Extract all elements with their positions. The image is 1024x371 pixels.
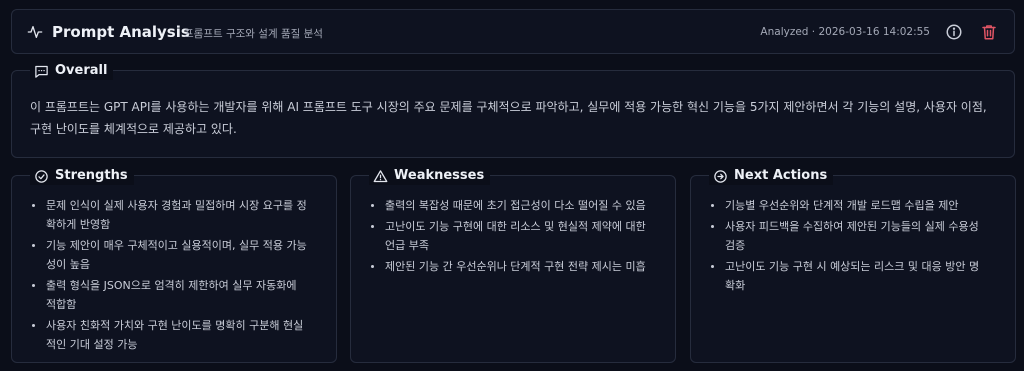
- list-item: 출력의 복잡성 때문에 초기 접근성이 다소 떨어질 수 있음: [371, 196, 647, 215]
- next-actions-label: Next Actions: [734, 168, 828, 183]
- list-item: 사용자 친화적 가치와 구현 난이도를 명확히 구분해 현실적인 기대 설정 가…: [32, 316, 308, 354]
- analysis-header: Prompt Analysis 프롬프트 구조와 설계 품질 분석 Analyz…: [11, 9, 1015, 54]
- list-item: 고난이도 기능 구현에 대한 리소스 및 현실적 제약에 대한 언급 부족: [371, 217, 647, 255]
- next-actions-heading: Next Actions: [709, 167, 834, 185]
- strengths-label: Strengths: [55, 168, 128, 183]
- list-item: 고난이도 기능 구현 시 예상되는 리스크 및 대응 방안 명확화: [711, 257, 987, 295]
- analyzed-status: Analyzed · 2026-03-16 14:02:55: [760, 26, 930, 38]
- strengths-section: Strengths 문제 인식이 실제 사용자 경험과 밀접하며 시장 요구를 …: [11, 167, 337, 363]
- list-item: 사용자 피드백을 수집하여 제안된 기능들의 실제 수용성 검증: [711, 217, 987, 255]
- weaknesses-label: Weaknesses: [394, 168, 485, 183]
- arrow-right-circle-icon: [714, 169, 727, 183]
- page-title: Prompt Analysis: [52, 23, 190, 41]
- weaknesses-section: Weaknesses 출력의 복잡성 때문에 초기 접근성이 다소 떨어질 수 …: [350, 167, 676, 363]
- strengths-heading: Strengths: [30, 167, 134, 185]
- info-icon[interactable]: [945, 23, 963, 41]
- trash-icon[interactable]: [980, 23, 998, 41]
- overall-label: Overall: [55, 63, 108, 78]
- alert-triangle-icon: [373, 169, 388, 182]
- list-item: 출력 형식을 JSON으로 엄격히 제한하여 실무 자동화에 적합함: [32, 276, 308, 314]
- overall-heading: Overall: [30, 62, 114, 80]
- next-actions-list: 기능별 우선순위와 단계적 개발 로드맵 수립을 제안 사용자 피드백을 수집하…: [691, 196, 1015, 297]
- list-item: 기능 제안이 매우 구체적이고 실용적이며, 실무 적용 가능성이 높음: [32, 236, 308, 274]
- list-item: 기능별 우선순위와 단계적 개발 로드맵 수립을 제안: [711, 196, 987, 215]
- next-actions-section: Next Actions 기능별 우선순위와 단계적 개발 로드맵 수립을 제안…: [690, 167, 1016, 363]
- weaknesses-heading: Weaknesses: [369, 167, 491, 185]
- check-circle-icon: [35, 169, 48, 183]
- strengths-list: 문제 인식이 실제 사용자 경험과 밀접하며 시장 요구를 정확하게 반영함 기…: [12, 196, 336, 356]
- overall-text: 이 프롬프트는 GPT API를 사용하는 개발자를 위해 AI 프롬프트 도구…: [30, 100, 987, 136]
- page-subtitle: 프롬프트 구조와 설계 품질 분석: [184, 28, 323, 40]
- overall-section: Overall 이 프롬프트는 GPT API를 사용하는 개발자를 위해 AI…: [11, 62, 1015, 158]
- list-item: 문제 인식이 실제 사용자 경험과 밀접하며 시장 요구를 정확하게 반영함: [32, 196, 308, 234]
- list-item: 제안된 기능 간 우선순위나 단계적 구현 전략 제시는 미흡: [371, 257, 647, 276]
- weaknesses-list: 출력의 복잡성 때문에 초기 접근성이 다소 떨어질 수 있음 고난이도 기능 …: [351, 196, 675, 278]
- pulse-icon: [27, 26, 43, 38]
- message-square-icon: [35, 65, 48, 78]
